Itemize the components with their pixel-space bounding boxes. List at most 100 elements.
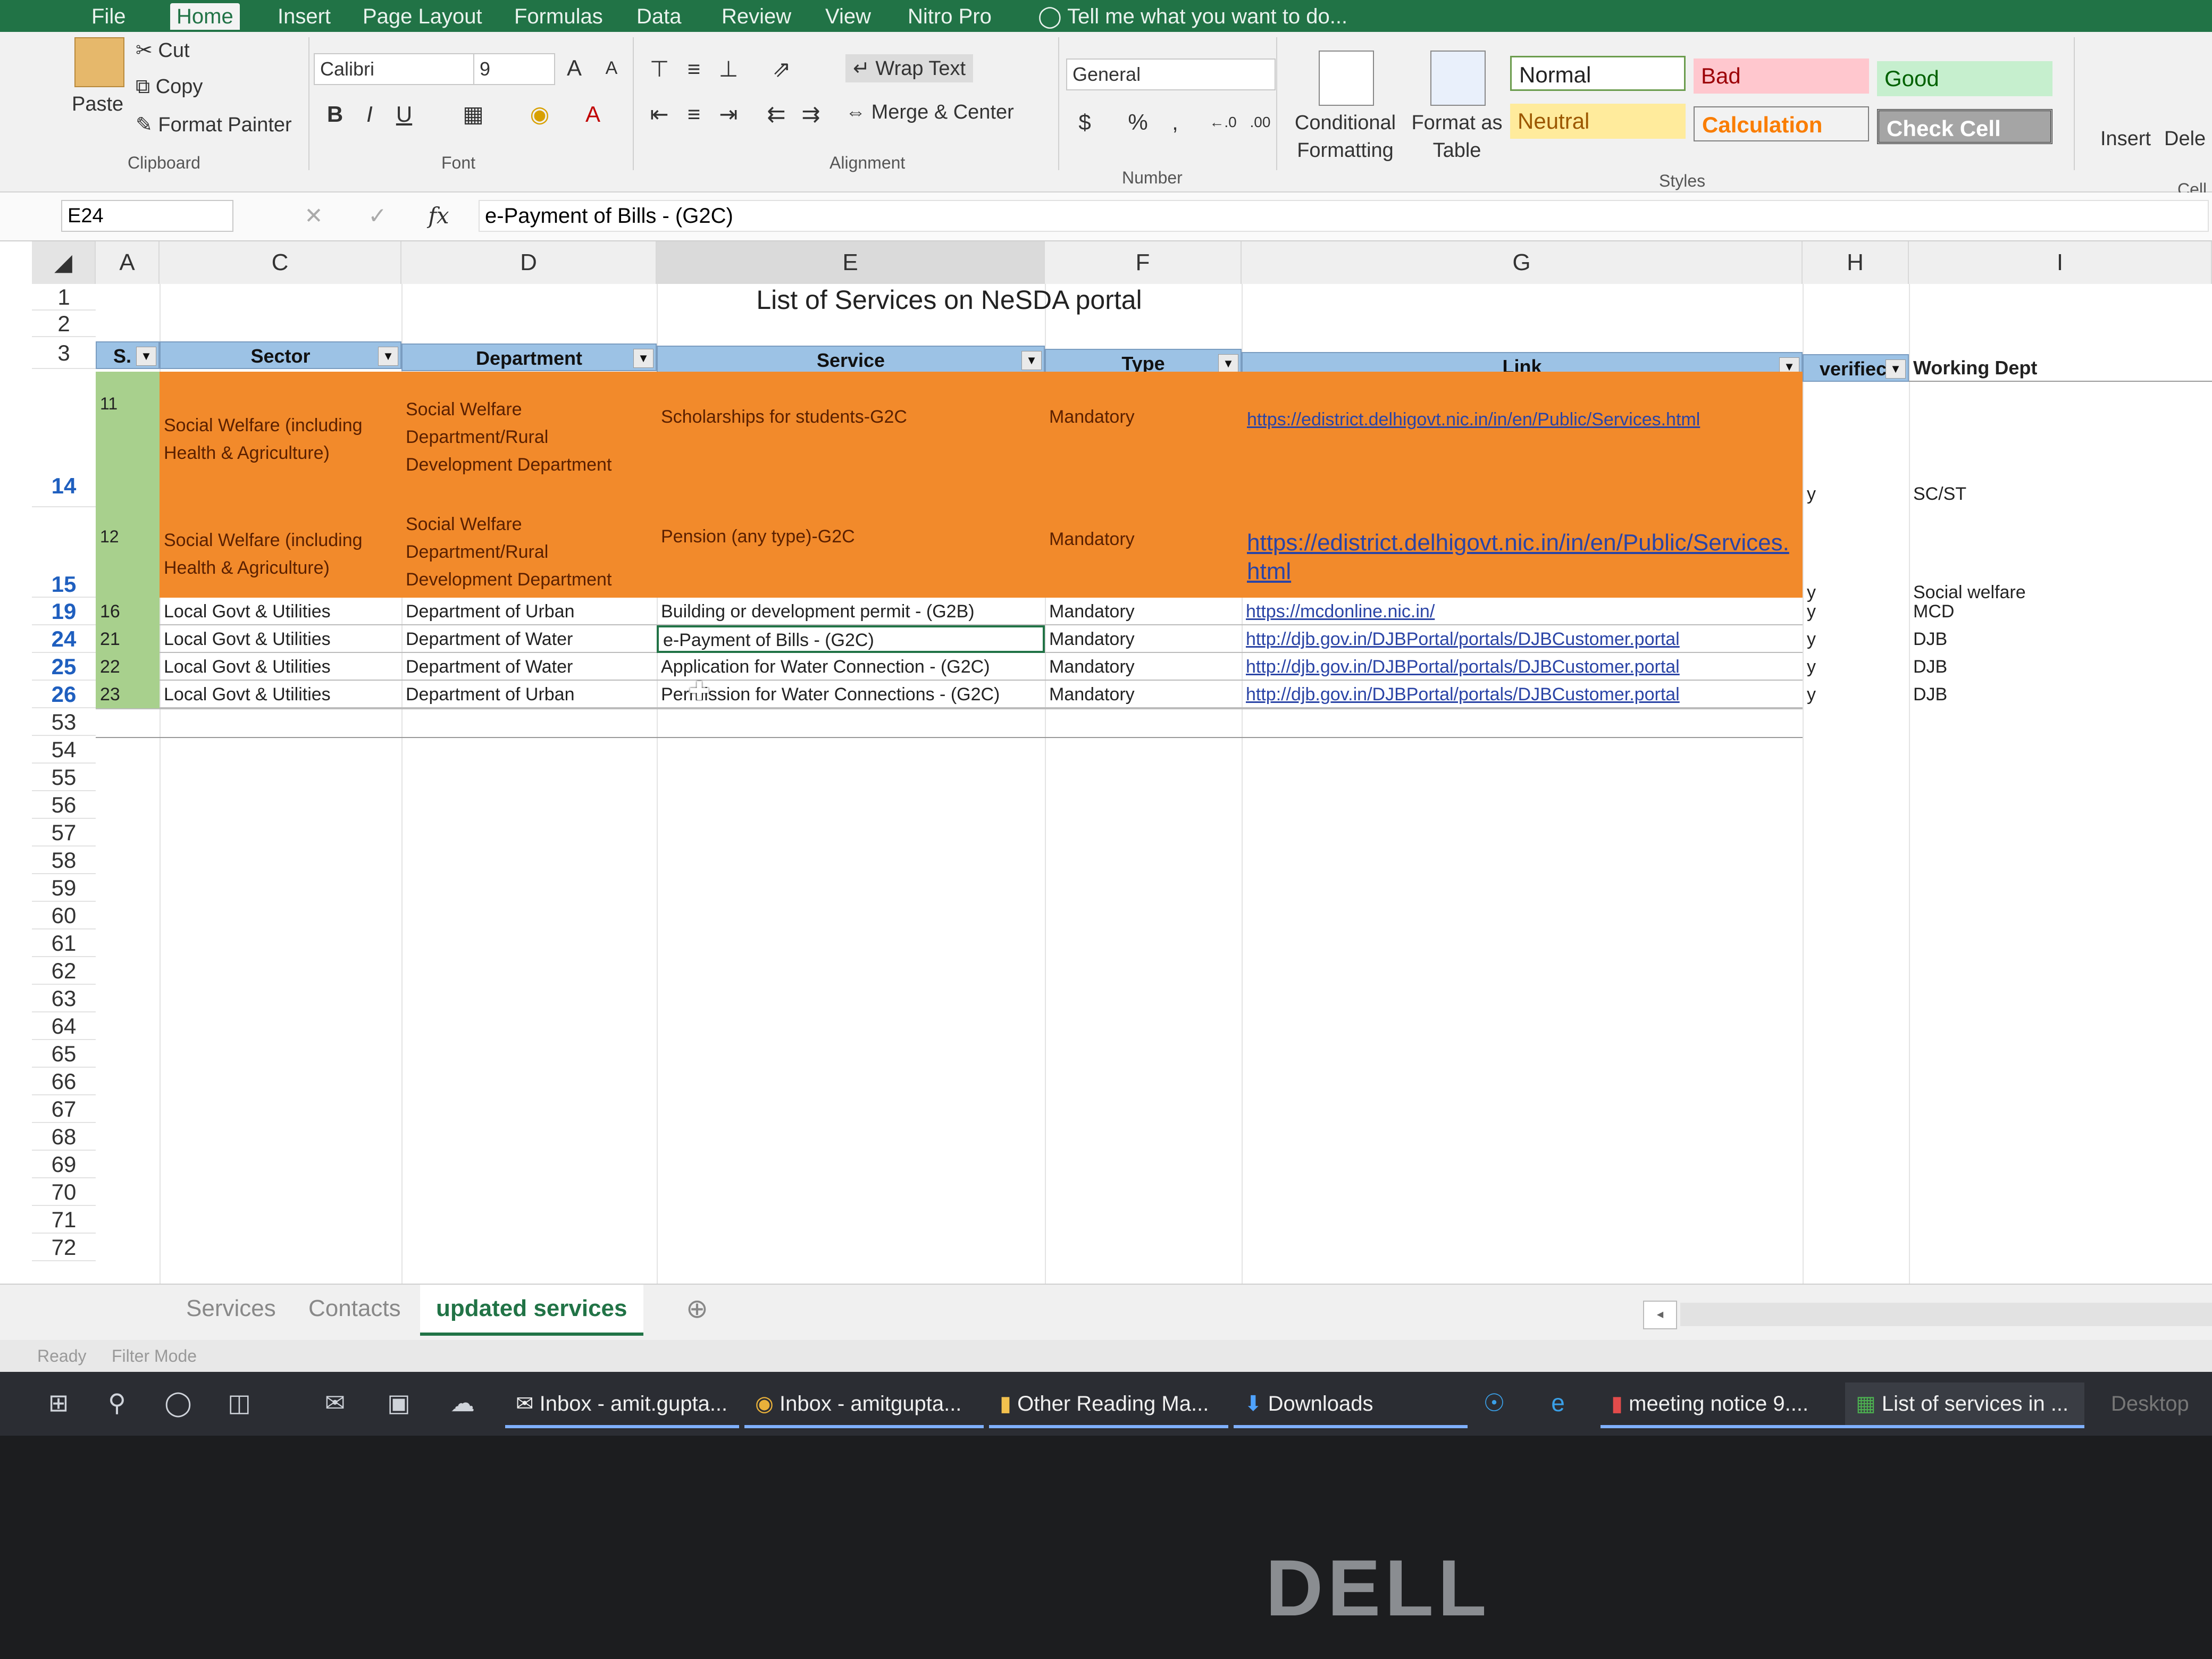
cell-type[interactable]: Mandatory bbox=[1045, 507, 1242, 598]
row-header[interactable]: 63 bbox=[32, 985, 96, 1012]
cell-department[interactable]: Department of Urban bbox=[401, 598, 657, 625]
cell-type[interactable]: Mandatory bbox=[1045, 625, 1242, 653]
font-size-select[interactable]: 9 bbox=[473, 53, 555, 85]
align-bottom-icon[interactable]: ⊥ bbox=[713, 53, 744, 85]
format-as-table-button[interactable]: Format as Table bbox=[1409, 109, 1505, 164]
row-header[interactable]: 66 bbox=[32, 1068, 96, 1095]
sheet-tab-services[interactable]: Services bbox=[170, 1285, 292, 1333]
menu-home[interactable]: Home bbox=[170, 3, 240, 30]
taskbar-folder-reading[interactable]: ▮ Other Reading Ma... bbox=[989, 1382, 1228, 1428]
currency-button[interactable]: $ bbox=[1069, 106, 1101, 138]
internet-explorer-icon[interactable]: e bbox=[1542, 1387, 1574, 1419]
row-header[interactable]: 62 bbox=[32, 957, 96, 985]
row-header[interactable]: 19 bbox=[32, 598, 96, 625]
horizontal-scrollbar[interactable] bbox=[1680, 1303, 2212, 1326]
tell-me-search[interactable]: ◯ Tell me what you want to do... bbox=[1032, 3, 1354, 30]
row-header[interactable]: 25 bbox=[32, 653, 96, 681]
orientation-icon[interactable]: ⇗ bbox=[766, 53, 798, 85]
column-header[interactable]: G bbox=[1242, 241, 1803, 284]
filter-dropdown-icon[interactable]: ▼ bbox=[1886, 359, 1906, 379]
edge-icon[interactable]: ☉ bbox=[1478, 1387, 1510, 1419]
cell-service[interactable]: Permission for Water Connections - (G2C) bbox=[657, 681, 1045, 708]
row-header[interactable]: 58 bbox=[32, 847, 96, 874]
percent-button[interactable]: % bbox=[1122, 106, 1154, 138]
style-check-cell[interactable]: Check Cell bbox=[1877, 109, 2052, 144]
grow-font-icon[interactable]: A bbox=[558, 52, 590, 84]
taskbar-downloads[interactable]: ⬇ Downloads bbox=[1234, 1382, 1468, 1428]
cell-department[interactable]: Department of Water bbox=[401, 625, 657, 653]
search-icon[interactable]: ⚲ bbox=[101, 1387, 133, 1419]
cell-verified[interactable]: y bbox=[1803, 681, 1909, 708]
header-working-dept[interactable]: Working Dept bbox=[1909, 354, 2212, 382]
cancel-icon[interactable]: ✕ bbox=[298, 200, 330, 232]
font-color-icon[interactable]: A bbox=[577, 98, 609, 130]
cell-sector[interactable]: Local Govt & Utilities bbox=[160, 625, 401, 653]
cell-working-dept[interactable]: MCD bbox=[1909, 598, 2212, 625]
cell-service[interactable]: Application for Water Connection - (G2C) bbox=[657, 653, 1045, 681]
cell-sector[interactable]: Local Govt & Utilities bbox=[160, 681, 401, 708]
cell-verified[interactable]: y bbox=[1803, 598, 1909, 625]
merge-center-button[interactable]: ⇔ Merge & Center bbox=[845, 101, 1014, 124]
column-header[interactable]: I bbox=[1909, 241, 2212, 284]
row-header[interactable]: 64 bbox=[32, 1012, 96, 1040]
increase-indent-icon[interactable]: ⇉ bbox=[795, 98, 827, 130]
row-header[interactable]: 2 bbox=[32, 311, 96, 337]
row-header[interactable]: 24 bbox=[32, 625, 96, 653]
menu-formulas[interactable]: Formulas bbox=[508, 3, 609, 30]
row-header[interactable]: 69 bbox=[32, 1151, 96, 1178]
cell-sno[interactable]: 16 bbox=[96, 598, 160, 625]
enter-icon[interactable]: ✓ bbox=[362, 200, 393, 232]
row-header[interactable]: 1 bbox=[32, 284, 96, 311]
font-name-select[interactable]: Calibri bbox=[314, 53, 475, 85]
filter-dropdown-icon[interactable]: ▼ bbox=[378, 347, 398, 366]
filter-dropdown-icon[interactable]: ▼ bbox=[1218, 354, 1238, 373]
cell-verified[interactable]: y bbox=[1803, 481, 1909, 507]
cell-sector[interactable]: Local Govt & Utilities bbox=[160, 653, 401, 681]
bold-button[interactable]: B bbox=[319, 98, 351, 130]
scroll-left-icon[interactable]: ◀ bbox=[1643, 1301, 1677, 1329]
row-header[interactable]: 26 bbox=[32, 681, 96, 708]
row-header[interactable]: 56 bbox=[32, 791, 96, 819]
taskbar-chrome[interactable]: ◉ Inbox - amitgupta... bbox=[744, 1382, 984, 1428]
cell-department[interactable]: Department of Water bbox=[401, 653, 657, 681]
number-format-select[interactable]: General bbox=[1066, 58, 1276, 90]
header-sno[interactable]: S. I ▼ bbox=[96, 341, 160, 369]
column-header[interactable]: D bbox=[401, 241, 657, 284]
name-box[interactable]: E24 bbox=[61, 200, 233, 232]
sheet-tab-updated-services[interactable]: updated services bbox=[420, 1285, 643, 1336]
column-header[interactable]: C bbox=[160, 241, 401, 284]
wrap-text-button[interactable]: ↵ Wrap Text bbox=[845, 54, 974, 82]
cell-sno[interactable]: 21 bbox=[96, 625, 160, 653]
align-middle-icon[interactable]: ≡ bbox=[678, 53, 710, 85]
header-sector[interactable]: Sector ▼ bbox=[160, 341, 401, 369]
cell-type[interactable]: Mandatory bbox=[1045, 372, 1242, 507]
row-header[interactable]: 59 bbox=[32, 874, 96, 902]
taskbar-outlook[interactable]: ✉ Inbox - amit.gupta... bbox=[505, 1382, 739, 1428]
filter-dropdown-icon[interactable]: ▼ bbox=[136, 347, 156, 366]
delete-cells-button[interactable]: Dele bbox=[2164, 128, 2206, 150]
cell-type[interactable]: Mandatory bbox=[1045, 681, 1242, 708]
select-all-corner[interactable]: ◢ bbox=[32, 241, 96, 284]
store-icon[interactable]: ▣ bbox=[383, 1387, 415, 1419]
italic-button[interactable]: I bbox=[354, 98, 386, 130]
column-header[interactable]: A bbox=[96, 241, 160, 284]
filter-dropdown-icon[interactable]: ▼ bbox=[633, 349, 653, 368]
align-center-icon[interactable]: ≡ bbox=[678, 98, 710, 130]
windows-start-icon[interactable]: ⊞ bbox=[43, 1387, 74, 1419]
header-department[interactable]: Department ▼ bbox=[401, 343, 657, 371]
conditional-formatting-button[interactable]: Conditional Formatting bbox=[1289, 109, 1401, 164]
copy-button[interactable]: ⧉ Copy bbox=[136, 76, 203, 98]
cell-sector[interactable]: Social Welfare (including Health & Agric… bbox=[160, 372, 401, 507]
row-header[interactable]: 14 bbox=[32, 372, 96, 507]
cell-verified[interactable]: y bbox=[1803, 653, 1909, 681]
style-normal[interactable]: Normal bbox=[1510, 56, 1686, 91]
column-header[interactable]: H bbox=[1803, 241, 1909, 284]
increase-decimal-icon[interactable]: ←.0 bbox=[1207, 106, 1239, 138]
cell-sector[interactable]: Local Govt & Utilities bbox=[160, 598, 401, 625]
underline-button[interactable]: U bbox=[388, 98, 420, 130]
style-good[interactable]: Good bbox=[1877, 61, 2052, 96]
cell-type[interactable]: Mandatory bbox=[1045, 653, 1242, 681]
cell-department[interactable]: Social Welfare Department/Rural Developm… bbox=[401, 507, 657, 598]
row-header[interactable]: 3 bbox=[32, 337, 96, 369]
header-verified[interactable]: verifiec ▼ bbox=[1803, 354, 1909, 382]
